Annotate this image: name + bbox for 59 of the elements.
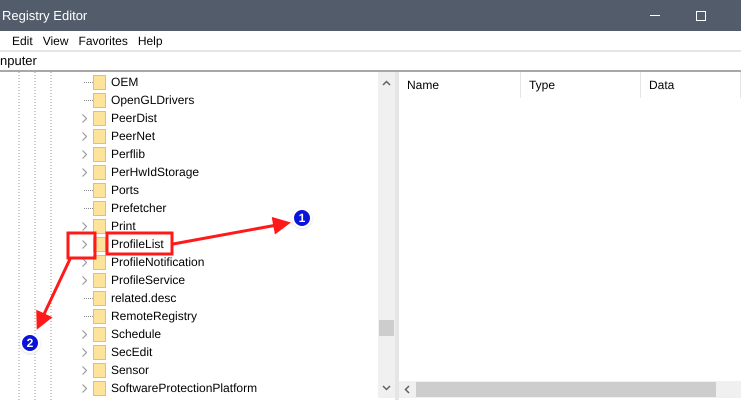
folder-icon xyxy=(93,272,106,288)
scroll-down-icon[interactable] xyxy=(382,385,391,391)
tree-item[interactable]: Schedule xyxy=(111,325,162,343)
address-bar[interactable]: nputer xyxy=(0,50,741,72)
tree-item[interactable]: ProfileList xyxy=(111,235,164,253)
folder-icon xyxy=(93,164,106,180)
scroll-thumb[interactable] xyxy=(416,382,716,397)
window-title: Registry Editor xyxy=(2,6,88,25)
tree-item[interactable]: RemoteRegistry xyxy=(111,307,198,325)
minimize-icon xyxy=(650,15,660,16)
menu-item[interactable]: Help xyxy=(138,32,163,50)
folder-icon xyxy=(93,146,106,162)
tree-item[interactable]: ProfileNotification xyxy=(111,253,204,271)
folder-icon xyxy=(93,128,106,144)
folder-icon xyxy=(93,74,106,90)
column-header[interactable]: Name xyxy=(399,72,521,98)
scroll-thumb[interactable] xyxy=(379,320,394,336)
horizontal-scrollbar[interactable] xyxy=(399,381,741,398)
tree-item[interactable]: Ports xyxy=(111,181,140,199)
address-text: nputer xyxy=(0,52,37,70)
folder-icon xyxy=(93,110,106,126)
folder-icon xyxy=(93,200,106,216)
column-header[interactable]: Data xyxy=(641,72,741,98)
tree-item[interactable]: related.desc xyxy=(111,289,176,307)
folder-icon xyxy=(93,362,106,378)
tree-item[interactable]: ProfileService xyxy=(111,271,186,289)
column-header[interactable]: Type xyxy=(521,72,641,98)
folder-icon xyxy=(93,182,106,198)
scroll-up-icon[interactable] xyxy=(382,80,391,86)
folder-icon xyxy=(93,92,106,108)
menu-item[interactable]: Edit xyxy=(12,32,33,50)
tree-item[interactable]: PeerNet xyxy=(111,127,156,145)
folder-icon xyxy=(93,308,106,324)
tree-item[interactable]: Print xyxy=(111,217,136,235)
folder-icon xyxy=(93,254,106,270)
step-number-badge: 2 xyxy=(20,333,40,353)
tree-item[interactable]: SecEdit xyxy=(111,343,152,361)
folder-icon xyxy=(93,344,106,360)
tree-item[interactable]: OEM xyxy=(111,73,138,91)
folder-icon xyxy=(93,380,106,396)
menu-item[interactable]: Favorites xyxy=(78,32,128,50)
menu-item[interactable]: View xyxy=(42,32,68,50)
folder-icon xyxy=(93,326,106,342)
tree-item[interactable]: Perflib xyxy=(111,145,146,163)
folder-icon xyxy=(93,290,106,306)
callout-arrow xyxy=(36,258,72,330)
highlight-frame xyxy=(106,232,174,256)
tree-item[interactable]: PerHwIdStorage xyxy=(111,163,200,181)
tree-item[interactable]: PeerDist xyxy=(111,109,158,127)
maximize-icon xyxy=(696,10,706,20)
highlight-frame xyxy=(66,232,96,260)
vertical-scrollbar[interactable] xyxy=(378,72,395,398)
tree-item[interactable]: Sensor xyxy=(111,361,150,379)
tree-item[interactable]: SoftwareProtectionPlatform xyxy=(111,379,258,397)
tree-item[interactable]: OpenGLDrivers xyxy=(111,91,194,109)
scroll-left-icon[interactable] xyxy=(404,385,410,394)
folder-icon xyxy=(93,218,106,234)
tree-item[interactable]: Prefetcher xyxy=(111,199,166,217)
step-number-badge: 1 xyxy=(292,208,312,228)
